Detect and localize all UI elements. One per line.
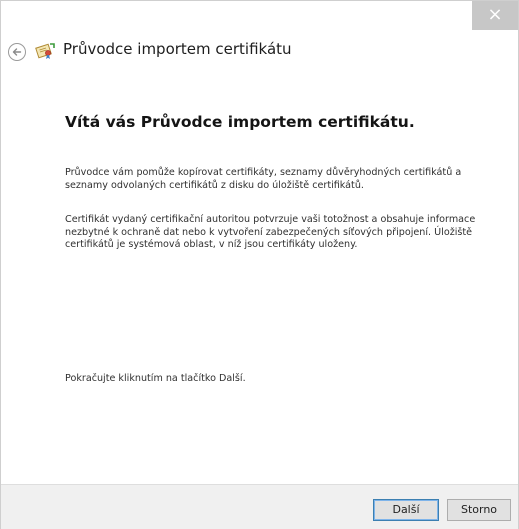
continue-instruction: Pokračujte kliknutím na tlačítko Další. [65, 373, 246, 384]
wizard-footer: Další Storno [1, 484, 518, 529]
wizard-title: Průvodce importem certifikátu [63, 40, 292, 58]
cancel-button[interactable]: Storno [447, 499, 511, 521]
certificate-icon [35, 43, 55, 59]
close-button[interactable]: × [472, 1, 518, 30]
welcome-heading: Vítá vás Průvodce importem certifikátu. [65, 113, 415, 131]
back-button[interactable] [8, 43, 26, 61]
wizard-header: Průvodce importem certifikátu [1, 1, 471, 89]
intro-paragraph: Průvodce vám pomůže kopírovat certifikát… [65, 167, 462, 191]
back-arrow-icon [12, 48, 22, 56]
wizard-content: Vítá vás Průvodce importem certifikátu. … [1, 89, 518, 484]
wizard-window: × Průvodce importem certifikátu Vítá vás… [0, 0, 519, 529]
next-button[interactable]: Další [373, 499, 439, 521]
close-icon: × [487, 4, 503, 25]
description-paragraph: Certifikát vydaný certifikační autoritou… [65, 214, 476, 250]
